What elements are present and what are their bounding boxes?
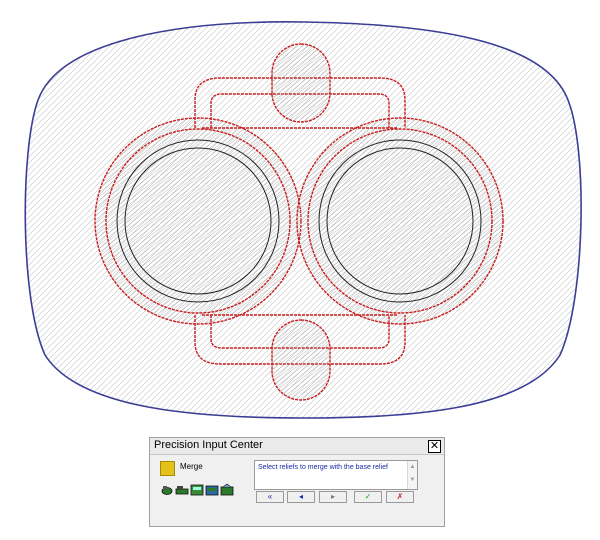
instruction-scrollbar[interactable]: ▲ ▼ [407,461,417,489]
merge-color-swatch[interactable] [160,461,175,476]
relief-tool-3-icon[interactable] [190,483,204,497]
first-step-button[interactable]: « [256,491,284,503]
panel-titlebar: Precision Input Center ✕ [150,438,444,455]
next-step-button[interactable]: ▸ [319,491,347,503]
relief-tool-icons [160,483,234,497]
relief-tool-2-icon[interactable] [175,483,189,497]
close-icon[interactable]: ✕ [428,440,441,453]
relief-tool-1-icon[interactable] [160,483,174,497]
ok-button[interactable]: ✓ [354,491,382,503]
model-canvas [24,21,582,419]
left-ring-relief[interactable] [94,117,302,325]
relief-viewport[interactable] [0,0,600,425]
previous-step-button[interactable]: ◂ [287,491,315,503]
panel-title: Precision Input Center [154,439,263,451]
cancel-button[interactable]: ✗ [386,491,414,503]
right-ring-relief[interactable] [296,117,504,325]
relief-tool-4-icon[interactable] [205,483,219,497]
precision-input-center-panel: Precision Input Center ✕ Merge Select re… [149,437,445,527]
relief-tool-5-icon[interactable] [220,483,234,497]
merge-label: Merge [180,462,203,471]
instruction-box: Select reliefs to merge with the base re… [254,460,418,490]
instruction-text: Select reliefs to merge with the base re… [258,464,388,471]
